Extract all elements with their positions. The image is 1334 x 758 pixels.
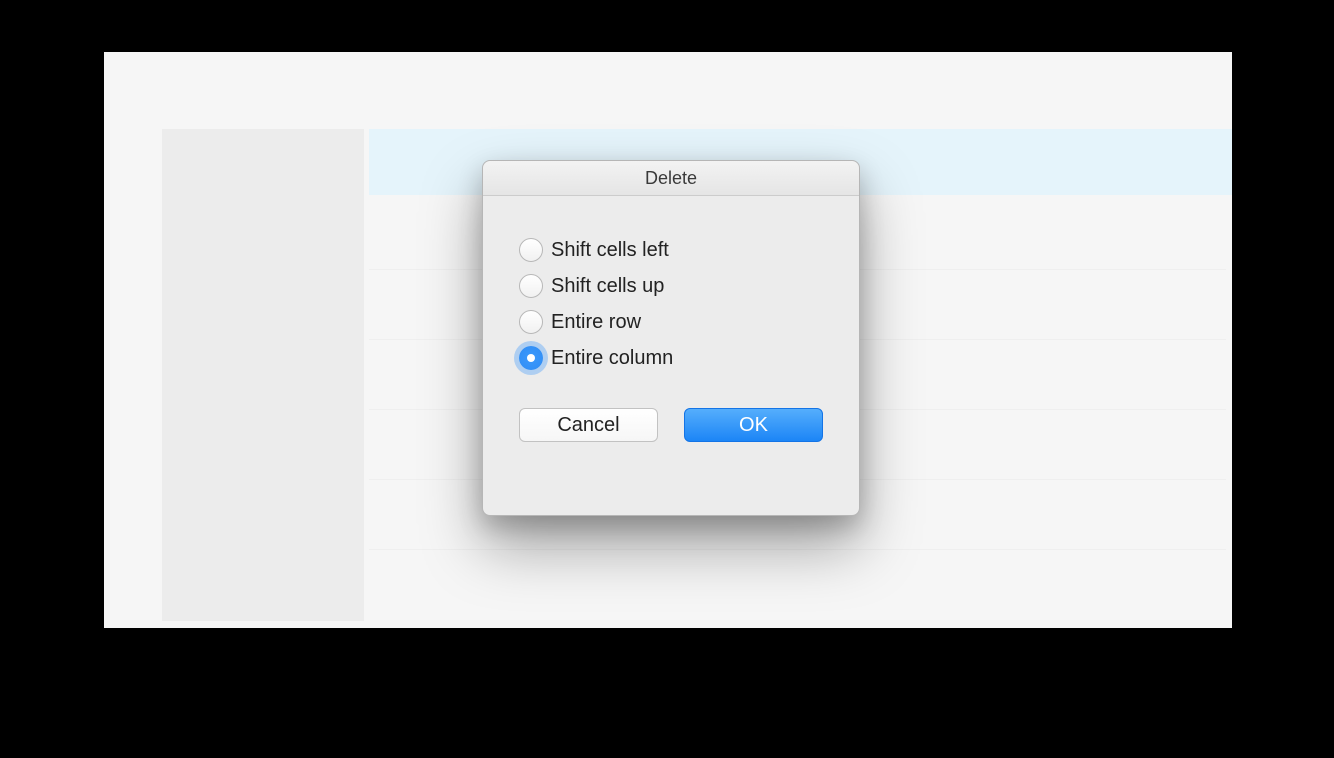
row-label-area — [162, 129, 364, 621]
dialog-body: Shift cells left Shift cells up Entire r… — [483, 196, 859, 466]
radio-icon — [519, 346, 543, 370]
ok-button-label: OK — [739, 414, 768, 437]
cancel-button[interactable]: Cancel — [519, 408, 658, 442]
delete-dialog: Delete Shift cells left Shift cells up E… — [482, 160, 860, 516]
column-header-area — [104, 52, 1232, 97]
radio-label: Shift cells up — [551, 275, 664, 298]
radio-entire-row[interactable]: Entire row — [519, 310, 823, 334]
ok-button[interactable]: OK — [684, 408, 823, 442]
radio-icon — [519, 310, 543, 334]
radio-icon — [519, 274, 543, 298]
radio-shift-cells-up[interactable]: Shift cells up — [519, 274, 823, 298]
radio-label: Entire row — [551, 311, 641, 334]
delete-options-group: Shift cells left Shift cells up Entire r… — [519, 238, 823, 370]
dialog-title: Delete — [645, 168, 697, 189]
dialog-button-row: Cancel OK — [519, 408, 823, 442]
radio-label: Shift cells left — [551, 239, 669, 262]
dialog-titlebar: Delete — [483, 161, 859, 196]
radio-label: Entire column — [551, 347, 673, 370]
radio-entire-column[interactable]: Entire column — [519, 346, 823, 370]
radio-icon — [519, 238, 543, 262]
radio-shift-cells-left[interactable]: Shift cells left — [519, 238, 823, 262]
cancel-button-label: Cancel — [557, 414, 619, 437]
